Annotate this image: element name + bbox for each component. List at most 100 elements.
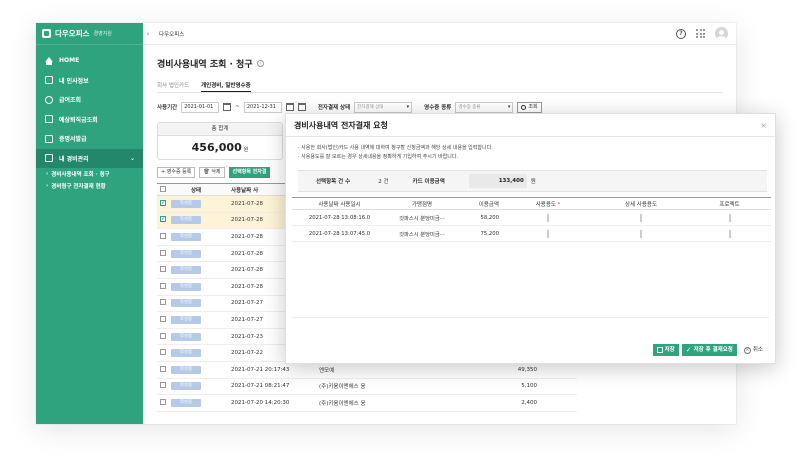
purpose-input[interactable] [547,213,549,222]
status-badge: 작성중 [171,266,201,275]
save-button[interactable]: 저장 [652,344,679,356]
header-project: 프로젝트 [719,201,740,208]
row-checkbox[interactable] [160,398,166,405]
header-detail-purpose: 상세 사용용도 [624,201,658,208]
table-row[interactable]: 작성중 2021-07-20 14:20:30 (주)키움이엔에스 웅 2,400 [157,395,577,412]
topbar-tab[interactable]: 다우오피스 [153,30,184,38]
tab-personal-expense[interactable]: 개인경비, 일반영수증 [201,78,251,92]
calendar-icon[interactable] [285,103,294,111]
modal-table-body: 2021-07-28 13:08:16.0 갓파스시 분당미금··· 58,200 2… [292,210,771,242]
brand-name: 다우오피스 [55,29,90,38]
submenu-item-expense-history[interactable]: 경비사용내역 조회 · 청구 [36,168,143,180]
sidebar-item-label: 내 경비관리 [59,155,89,163]
sidebar-item-severance[interactable]: 예상퇴직금조회 [36,110,143,130]
status-badge: 작성중 [171,249,201,258]
calendar-icon[interactable] [223,103,232,111]
status-badge: 작성중 [171,365,201,374]
list-toolbar: + 영수증 등록 🗑 삭제 선택항목 전자결 [157,166,271,178]
modal-table-row: 2021-07-28 13:07:45.0 갓파스시 분당미금··· 75,200 [292,226,771,242]
calendar-icon[interactable] [297,103,306,111]
collapse-sidebar-icon[interactable]: ‹ [143,30,153,38]
tab-corporate-card[interactable]: 회사 법인카드 [157,78,189,92]
delete-button[interactable]: 🗑 삭제 [199,166,225,178]
row-date: 2021-07-21 08:21:47 [231,383,290,390]
start-date-input[interactable]: 2021-01-01 [181,101,220,113]
end-date-input[interactable]: 2021-12-31 [243,101,282,113]
sidebar-item-label: 내 인사정보 [59,77,89,85]
sidebar-item-label: HOME [59,57,80,65]
modal-table-header: 사용날짜 사용일시 가맹점명 이용금액 사용용도 * 상세 사용용도 프로젝트 [292,197,771,210]
status-badge: 작성중 [171,398,201,407]
table-row[interactable]: 작성중 2021-07-21 20:17:43 엔모예 49,350 [157,362,577,379]
modal-row-vendor: 갓파스시 분당미금··· [399,215,445,222]
receipt-type-select[interactable]: 영수증 종류 [455,101,514,113]
project-input[interactable] [728,213,731,222]
add-receipt-button[interactable]: + 영수증 등록 [157,166,196,178]
row-checkbox[interactable] [160,249,166,256]
status-badge: 작성중 [171,382,201,391]
row-vendor: (주)키움이엔에스 웅 [319,384,366,391]
status-badge: 작성중 [171,199,201,208]
row-checkbox[interactable] [160,315,166,322]
approve-selected-button[interactable]: 선택항목 전자결 [228,166,271,178]
row-checkbox[interactable] [160,199,166,206]
sidebar-item-my-expenses[interactable]: 내 경비관리 ⌄ [36,148,143,168]
row-checkbox[interactable] [160,332,166,339]
select-all-checkbox[interactable] [160,185,166,192]
page-title-text: 경비사용내역 조회 · 청구 [157,60,253,70]
row-checkbox[interactable] [160,232,166,239]
modal-table-row: 2021-07-28 13:08:16.0 갓파스시 분당미금··· 58,200 [292,210,771,226]
close-icon[interactable]: × [760,121,767,130]
app-grid-icon[interactable] [696,29,705,38]
modal-actions: 저장 ✓ 저장 후 결재요청 × 취소 [652,344,767,356]
detail-purpose-input[interactable] [640,213,642,222]
row-checkbox[interactable] [160,282,166,289]
subtabs: 회사 법인카드 개인경비, 일반영수증 [157,78,722,93]
save-request-label: 저장 후 결재요청 [693,347,733,353]
save-and-request-button[interactable]: ✓ 저장 후 결재요청 [681,344,737,356]
document-icon [45,134,53,143]
help-icon[interactable]: ? [676,28,686,39]
header-use-datetime: 사용날짜 사용일시 [318,201,361,208]
row-checkbox[interactable] [160,215,166,223]
project-input[interactable] [728,229,731,238]
check-icon: ✓ [685,345,692,354]
detail-purpose-input[interactable] [640,229,642,238]
row-checkbox[interactable] [160,382,166,389]
calculator-icon [45,115,53,124]
sidebar: 다우오피스 경영지원 HOME 내 인사정보 급여조회 예상퇴직금조회 증명서발… [36,23,143,424]
purpose-input[interactable] [547,229,549,238]
modal-header: 경비사용내역 전자결재 요청 × [286,114,775,137]
page-title: 경비사용내역 조회 · 청구 i [157,57,264,70]
status-badge: 작성중 [171,232,201,241]
sidebar-item-salary[interactable]: 급여조회 [36,90,143,110]
modal-row-date: 2021-07-28 13:07:45.0 [308,230,371,237]
row-checkbox[interactable] [160,299,166,306]
sidebar-item-home[interactable]: HOME [36,51,143,71]
info-icon[interactable]: i [256,60,264,67]
sidebar-item-label: 증명서발급 [59,136,87,144]
row-checkbox[interactable] [160,349,166,356]
sidebar-item-label: 예상퇴직금조회 [59,116,98,124]
header-state: 상태 [190,187,202,194]
header-merchant: 가맹점명 [411,201,433,208]
cancel-button[interactable]: × 취소 [739,344,767,356]
approval-status-select[interactable]: 전자결재 상태 [354,101,413,113]
chevron-down-icon: ⌄ [129,154,135,162]
status-badge: 작성중 [171,349,201,358]
row-date: 2021-07-21 20:17:43 [231,366,290,373]
search-button-label: 조회 [528,103,538,110]
row-checkbox[interactable] [160,365,166,372]
search-button[interactable]: 조회 [517,101,542,113]
submenu-item-approval-status[interactable]: 경비청구 전자결재 현황 [36,180,143,192]
modal-note: · 사용용도를 잘 모르는 경우 상세내용을 정확하게 기입하여 주시기 바랍니… [298,154,459,160]
brand-logo-icon [42,29,51,38]
sidebar-item-certificate[interactable]: 증명서발급 [36,129,143,149]
card-amount-label: 카드 이용금액 [412,179,445,185]
brand[interactable]: 다우오피스 경영지원 [36,23,143,45]
status-badge: 작성중 [171,332,201,341]
row-checkbox[interactable] [160,266,166,273]
avatar[interactable] [715,27,728,40]
sidebar-item-my-hr-info[interactable]: 내 인사정보 [36,71,143,91]
table-row[interactable]: 작성중 2021-07-21 08:21:47 (주)키움이엔에스 웅 5,100 [157,379,577,396]
